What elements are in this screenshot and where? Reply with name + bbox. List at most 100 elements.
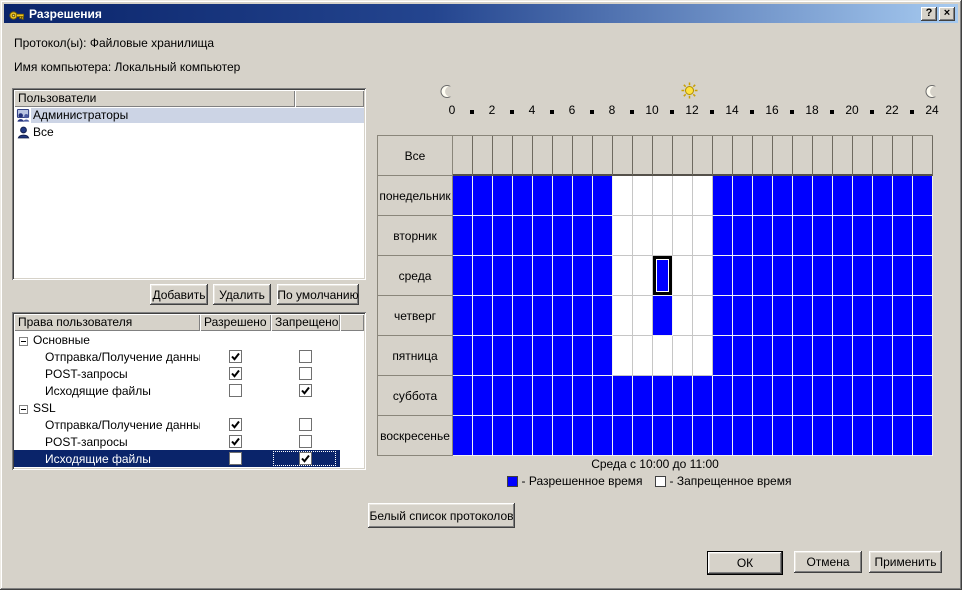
schedule-cell[interactable]	[813, 256, 833, 296]
schedule-cell[interactable]	[773, 336, 793, 376]
schedule-cell[interactable]	[473, 256, 493, 296]
schedule-cell[interactable]	[473, 336, 493, 376]
schedule-cell[interactable]	[573, 296, 593, 336]
schedule-cell[interactable]	[833, 376, 853, 416]
schedule-cell[interactable]	[513, 216, 533, 256]
schedule-cell[interactable]	[613, 256, 633, 296]
schedule-cell[interactable]	[473, 296, 493, 336]
hour-column-header-cell[interactable]	[793, 136, 813, 176]
schedule-cell[interactable]	[913, 216, 933, 256]
schedule-cell[interactable]	[853, 416, 873, 456]
schedule-cell[interactable]	[833, 176, 853, 216]
schedule-cell[interactable]	[553, 296, 573, 336]
day-label[interactable]: вторник	[378, 216, 453, 256]
schedule-cell[interactable]	[793, 376, 813, 416]
hour-column-header-cell[interactable]	[813, 136, 833, 176]
hour-column-header-cell[interactable]	[873, 136, 893, 176]
schedule-cell[interactable]	[493, 216, 513, 256]
hour-column-header-cell[interactable]	[473, 136, 493, 176]
schedule-cell[interactable]	[773, 216, 793, 256]
schedule-cell[interactable]	[873, 176, 893, 216]
schedule-cell[interactable]	[673, 216, 693, 256]
default-button[interactable]: По умолчанию	[277, 284, 359, 305]
schedule-cell[interactable]	[813, 176, 833, 216]
schedule-cell[interactable]	[653, 296, 673, 336]
schedule-cell[interactable]	[793, 256, 813, 296]
help-button[interactable]: ?	[921, 6, 937, 21]
schedule-cell[interactable]	[693, 376, 713, 416]
hour-column-header-cell[interactable]	[853, 136, 873, 176]
schedule-cell[interactable]	[613, 216, 633, 256]
schedule-cell[interactable]	[893, 376, 913, 416]
schedule-cell[interactable]	[853, 256, 873, 296]
schedule-cell[interactable]	[733, 376, 753, 416]
schedule-cell[interactable]	[533, 256, 553, 296]
schedule-cell[interactable]	[693, 336, 713, 376]
schedule-cell[interactable]	[473, 376, 493, 416]
schedule-cell[interactable]	[453, 416, 473, 456]
schedule-cell[interactable]	[573, 176, 593, 216]
schedule-cell[interactable]	[593, 176, 613, 216]
schedule-cell[interactable]	[593, 216, 613, 256]
schedule-cell[interactable]	[533, 336, 553, 376]
schedule-cell[interactable]	[673, 336, 693, 376]
schedule-cell[interactable]	[673, 176, 693, 216]
close-button[interactable]: ×	[939, 6, 955, 21]
schedule-cell[interactable]	[553, 336, 573, 376]
user-item[interactable]: Все	[14, 124, 364, 141]
schedule-cell[interactable]	[773, 376, 793, 416]
schedule-cell[interactable]	[613, 376, 633, 416]
schedule-cell[interactable]	[813, 336, 833, 376]
schedule-cell[interactable]	[773, 176, 793, 216]
schedule-cell[interactable]	[673, 296, 693, 336]
schedule-cell[interactable]	[893, 176, 913, 216]
schedule-cell[interactable]	[713, 296, 733, 336]
schedule-cell[interactable]	[753, 256, 773, 296]
schedule-cell[interactable]	[533, 296, 553, 336]
schedule-cell[interactable]	[913, 376, 933, 416]
schedule-cell[interactable]	[873, 256, 893, 296]
schedule-cell[interactable]	[833, 256, 853, 296]
schedule-cell[interactable]	[453, 296, 473, 336]
schedule-cell[interactable]	[913, 296, 933, 336]
day-label[interactable]: суббота	[378, 376, 453, 416]
schedule-cell[interactable]	[513, 336, 533, 376]
schedule-cell[interactable]	[513, 416, 533, 456]
schedule-cell[interactable]	[453, 176, 473, 216]
denied-checkbox[interactable]	[299, 367, 312, 380]
schedule-cell[interactable]	[493, 176, 513, 216]
hour-column-header-cell[interactable]	[673, 136, 693, 176]
schedule-cell[interactable]	[533, 376, 553, 416]
schedule-cell[interactable]	[553, 416, 573, 456]
allowed-checkbox[interactable]	[229, 367, 242, 380]
schedule-cell[interactable]	[613, 296, 633, 336]
schedule-cell[interactable]	[693, 176, 713, 216]
schedule-cell[interactable]	[493, 376, 513, 416]
schedule-cell[interactable]	[713, 416, 733, 456]
schedule-cell[interactable]	[713, 216, 733, 256]
schedule-cell[interactable]	[813, 376, 833, 416]
rights-row[interactable]: Основные	[14, 331, 364, 348]
schedule-cell[interactable]	[853, 296, 873, 336]
hour-column-header-cell[interactable]	[613, 136, 633, 176]
schedule-cell[interactable]	[613, 176, 633, 216]
schedule-cell[interactable]	[453, 216, 473, 256]
schedule-cell[interactable]	[653, 216, 673, 256]
schedule-cell[interactable]	[913, 336, 933, 376]
schedule-cell[interactable]	[633, 336, 653, 376]
title-bar[interactable]: Разрешения ? ×	[4, 4, 958, 23]
allowed-checkbox[interactable]	[229, 418, 242, 431]
schedule-cell[interactable]	[913, 176, 933, 216]
schedule-cell[interactable]	[573, 376, 593, 416]
schedule-cell[interactable]	[493, 256, 513, 296]
schedule-cell[interactable]	[613, 336, 633, 376]
all-rows-label[interactable]: Все	[378, 136, 453, 176]
schedule-cell[interactable]	[873, 416, 893, 456]
ok-button[interactable]: ОК	[707, 551, 783, 575]
hour-column-header-cell[interactable]	[833, 136, 853, 176]
schedule-cell[interactable]	[693, 416, 713, 456]
schedule-cell[interactable]	[893, 336, 913, 376]
schedule-cell[interactable]	[653, 416, 673, 456]
schedule-cell[interactable]	[553, 176, 573, 216]
hour-column-header-cell[interactable]	[493, 136, 513, 176]
